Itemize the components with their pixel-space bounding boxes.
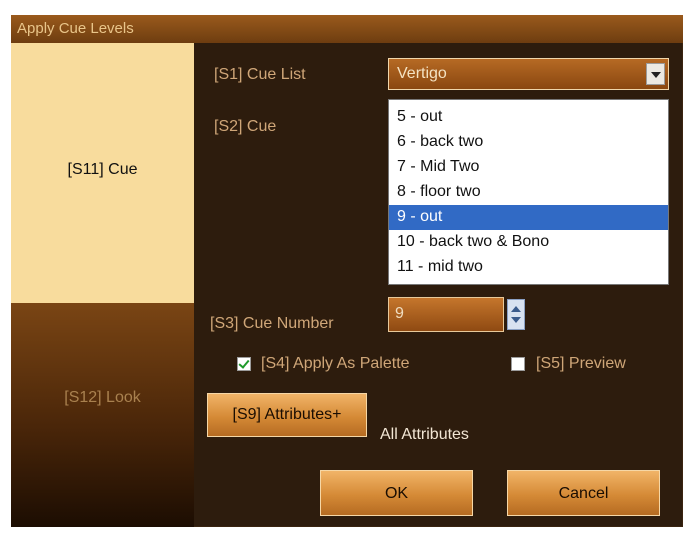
- sidebar-item-look[interactable]: [S12] Look: [11, 303, 194, 527]
- preview-checkbox[interactable]: [511, 357, 525, 371]
- cue-list-dropdown[interactable]: Vertigo: [388, 58, 669, 90]
- list-item[interactable]: 8 - floor two: [389, 180, 668, 205]
- window-title: Apply Cue Levels: [17, 20, 134, 37]
- sidebar-item-cue[interactable]: [S11] Cue: [11, 43, 194, 303]
- apply-as-palette-label[interactable]: [S4] Apply As Palette: [261, 355, 410, 373]
- cue-label: [S2] Cue: [214, 118, 277, 135]
- preview-label[interactable]: [S5] Preview: [536, 355, 626, 373]
- attributes-button[interactable]: [S9] Attributes+: [207, 393, 367, 437]
- cue-number-input[interactable]: 9: [388, 297, 504, 332]
- list-item[interactable]: 10 - back two & Bono: [389, 230, 668, 255]
- title-bar[interactable]: Apply Cue Levels: [11, 15, 683, 43]
- sidebar-item-label: [S11] Cue: [67, 161, 138, 178]
- cancel-button[interactable]: Cancel: [507, 470, 660, 516]
- list-item[interactable]: 6 - back two: [389, 130, 668, 155]
- cue-list-label: [S1] Cue List: [214, 66, 306, 83]
- chevron-down-icon[interactable]: [646, 63, 665, 85]
- list-item[interactable]: 7 - Mid Two: [389, 155, 668, 180]
- list-item[interactable]: 11 - mid two: [389, 255, 668, 280]
- attributes-summary: All Attributes: [380, 426, 469, 443]
- cue-number-label: [S3] Cue Number: [210, 315, 334, 332]
- apply-cue-levels-dialog: Apply Cue Levels [S11] Cue [S12] Look [S…: [11, 15, 683, 527]
- cue-list-value: Vertigo: [397, 65, 447, 82]
- sidebar-item-label: [S12] Look: [64, 389, 141, 406]
- list-item-selected[interactable]: 9 - out: [389, 205, 668, 230]
- ok-button[interactable]: OK: [320, 470, 473, 516]
- cue-listbox[interactable]: 5 - out 6 - back two 7 - Mid Two 8 - flo…: [388, 99, 669, 285]
- cue-number-value: 9: [395, 305, 404, 322]
- spinner-arrows-icon[interactable]: [507, 299, 525, 330]
- apply-as-palette-checkbox[interactable]: [237, 357, 251, 371]
- list-item[interactable]: 5 - out: [389, 105, 668, 130]
